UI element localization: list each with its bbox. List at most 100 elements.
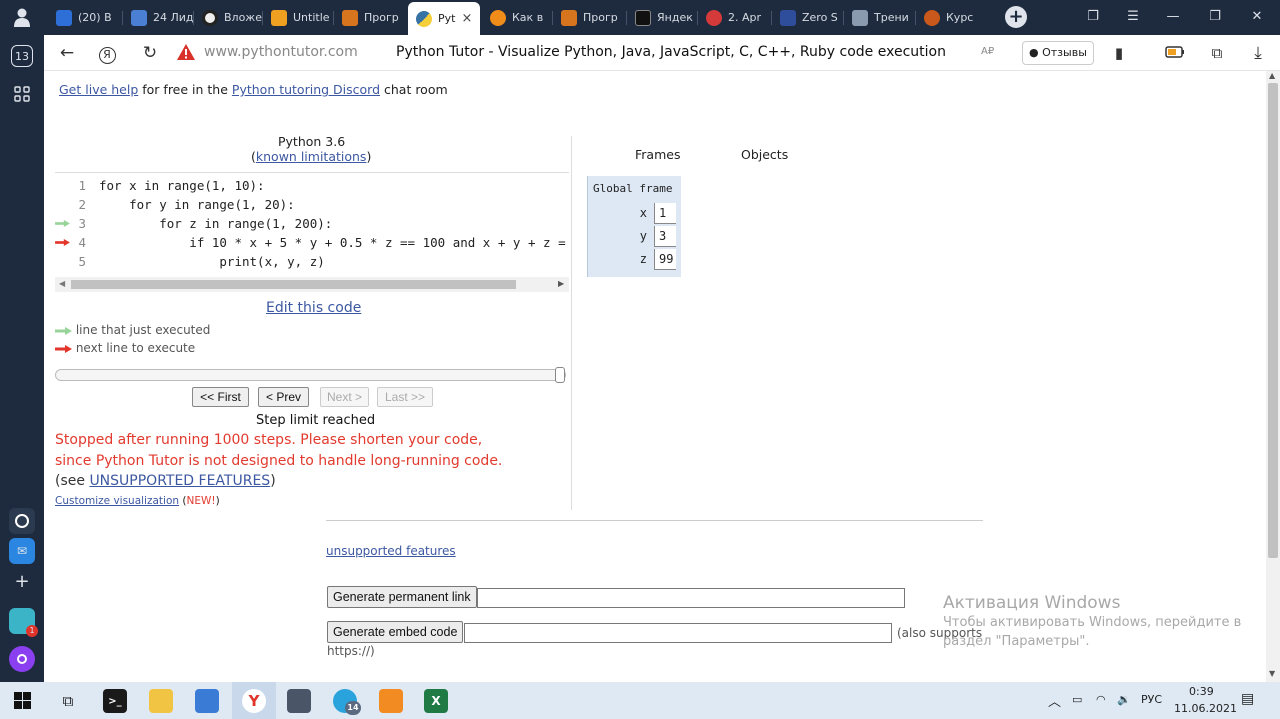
slider-handle[interactable] bbox=[555, 367, 565, 383]
battery-icon[interactable]: ▭ bbox=[1072, 693, 1082, 706]
tab-lidy[interactable]: 24 Лидь bbox=[123, 4, 193, 31]
tab-label: 2. Apr bbox=[728, 11, 762, 24]
language-indicator[interactable]: РУС bbox=[1141, 693, 1162, 706]
variable-y: y 3 bbox=[588, 225, 682, 248]
tab-kak[interactable]: Как в bbox=[482, 4, 552, 31]
ide-icon[interactable] bbox=[195, 689, 219, 713]
tabs-panel-icon[interactable]: ❐ bbox=[1082, 7, 1104, 27]
minimize-icon[interactable]: — bbox=[1162, 7, 1184, 27]
code-hscrollbar[interactable]: ◀ ▶ bbox=[55, 277, 569, 292]
known-limitations-link[interactable]: known limitations bbox=[256, 149, 367, 164]
reload-icon[interactable]: ↻ bbox=[139, 43, 161, 63]
new-tab-button[interactable]: + bbox=[1005, 6, 1027, 28]
url-field[interactable]: www.pythontutor.com bbox=[204, 44, 358, 60]
tab-yandex[interactable]: Яндек bbox=[627, 4, 697, 31]
live-help-link[interactable]: Get live help bbox=[59, 82, 138, 97]
next-button[interactable]: Next > bbox=[320, 387, 369, 407]
tab-vlozh[interactable]: Вложе bbox=[194, 4, 262, 31]
tab-favicon bbox=[271, 9, 287, 26]
calculator-icon[interactable] bbox=[287, 689, 311, 713]
add-panel-icon[interactable]: + bbox=[9, 568, 35, 594]
tab-progr-1[interactable]: Прогр bbox=[334, 4, 406, 31]
tab-favicon bbox=[706, 9, 722, 26]
first-button[interactable]: << First bbox=[192, 387, 249, 407]
tab-mail[interactable]: (20) В bbox=[48, 4, 122, 31]
last-button[interactable]: Last >> bbox=[377, 387, 433, 407]
sidebar-rail: 13 ✉ + 1 bbox=[0, 35, 44, 682]
line-number: 2 bbox=[78, 197, 86, 212]
bookmark-icon[interactable]: ▮ bbox=[1108, 43, 1130, 63]
limitations: (known limitations) bbox=[251, 149, 372, 164]
mail-icon bbox=[56, 9, 72, 26]
scroll-right-icon[interactable]: ▶ bbox=[558, 279, 564, 288]
clock-time[interactable]: 0:39 bbox=[1189, 685, 1214, 698]
battery-saver-icon[interactable] bbox=[1164, 43, 1186, 63]
feedback-button[interactable]: ● Отзывы bbox=[1022, 41, 1094, 65]
edit-code-link[interactable]: Edit this code bbox=[266, 300, 361, 316]
page-scrollbar[interactable]: ▲ ▼ bbox=[1266, 71, 1280, 682]
messenger-icon[interactable]: ✉ bbox=[9, 538, 35, 564]
tab-untitled[interactable]: Untitle bbox=[263, 4, 333, 31]
legend-executed-label: line that just executed bbox=[75, 323, 211, 337]
excel-icon[interactable]: X bbox=[424, 689, 448, 713]
wifi-icon[interactable]: ◠ bbox=[1096, 693, 1106, 706]
profile-icon[interactable] bbox=[12, 7, 32, 27]
tab-treni[interactable]: Трени bbox=[844, 4, 914, 31]
footer-unsupported-link[interactable]: unsupported features bbox=[326, 544, 456, 558]
windows-start-icon[interactable] bbox=[14, 692, 31, 712]
close-window-icon[interactable]: ✕ bbox=[1246, 7, 1268, 27]
step-slider[interactable] bbox=[55, 367, 566, 383]
yandex-icon[interactable]: Я bbox=[96, 43, 118, 64]
task-view-icon[interactable]: ⧉ bbox=[56, 689, 80, 713]
tab-favicon bbox=[924, 9, 940, 26]
file-explorer-icon[interactable] bbox=[149, 689, 173, 713]
collections-icon[interactable]: ⧉ bbox=[1206, 43, 1228, 63]
translate-icon[interactable]: A₽ bbox=[981, 46, 994, 57]
clock-date[interactable]: 11.06.2021 bbox=[1174, 702, 1237, 715]
alice-icon[interactable] bbox=[9, 646, 35, 672]
chat-bubble-icon: ● bbox=[1029, 46, 1039, 59]
menu-icon[interactable]: ☰ bbox=[1122, 7, 1144, 27]
recording-icon[interactable] bbox=[9, 508, 35, 534]
download-icon[interactable]: ⤓ bbox=[1247, 43, 1269, 63]
page-scroll-thumb[interactable] bbox=[1268, 83, 1278, 558]
permanent-link-field[interactable] bbox=[477, 588, 905, 608]
code-line: 3 for z in range(1, 200): bbox=[55, 214, 569, 233]
telegram-icon[interactable]: 14 bbox=[333, 689, 361, 715]
tab-pythontutor[interactable]: Pyt × bbox=[408, 2, 480, 35]
scroll-down-icon[interactable]: ▼ bbox=[1269, 669, 1275, 678]
embed-code-field[interactable] bbox=[464, 623, 892, 643]
scroll-left-icon[interactable]: ◀ bbox=[59, 279, 65, 288]
sublime-icon[interactable] bbox=[379, 689, 403, 713]
generate-permanent-link-button[interactable]: Generate permanent link bbox=[327, 586, 477, 608]
prev-button[interactable]: < Prev bbox=[258, 387, 309, 407]
restore-icon[interactable]: ❐ bbox=[1204, 7, 1226, 27]
tab-favicon bbox=[342, 9, 358, 26]
var-name: z bbox=[639, 252, 647, 266]
yandex-browser-icon[interactable]: Y bbox=[242, 689, 266, 713]
code-text: for x in range(1, 10): bbox=[99, 178, 265, 193]
generate-embed-code-button[interactable]: Generate embed code bbox=[327, 621, 464, 643]
app-icon[interactable]: 1 bbox=[9, 608, 38, 637]
back-arrow-icon[interactable]: ← bbox=[56, 43, 78, 63]
tab-label: 24 Лидь bbox=[153, 11, 193, 24]
tray-chevron-icon[interactable]: ︿ bbox=[1048, 691, 1061, 710]
activation-line-2: раздел "Параметры". bbox=[943, 634, 1090, 649]
tab-apr[interactable]: 2. Apr bbox=[698, 4, 770, 31]
tab-progr-2[interactable]: Прогр bbox=[553, 4, 625, 31]
apps-grid-icon[interactable] bbox=[9, 81, 35, 107]
tab-zero[interactable]: Zero S bbox=[772, 4, 842, 31]
telegram-badge: 14 bbox=[345, 701, 361, 715]
tab-kurs[interactable]: Курс bbox=[916, 4, 986, 31]
warning-icon[interactable] bbox=[176, 43, 196, 64]
tab-count-badge[interactable]: 13 bbox=[11, 45, 33, 67]
scroll-up-icon[interactable]: ▲ bbox=[1269, 71, 1275, 80]
code-hscroll-thumb[interactable] bbox=[71, 280, 516, 289]
notification-center-icon[interactable]: ▤ bbox=[1241, 691, 1254, 707]
discord-link[interactable]: Python tutoring Discord bbox=[232, 82, 380, 97]
volume-icon[interactable]: 🔉 bbox=[1117, 693, 1131, 706]
terminal-icon[interactable]: >_ bbox=[103, 689, 127, 713]
close-tab-icon[interactable]: × bbox=[461, 11, 472, 26]
customize-visualization-link[interactable]: Customize visualization bbox=[55, 495, 179, 507]
unsupported-features-link[interactable]: UNSUPPORTED FEATURES bbox=[89, 473, 270, 489]
